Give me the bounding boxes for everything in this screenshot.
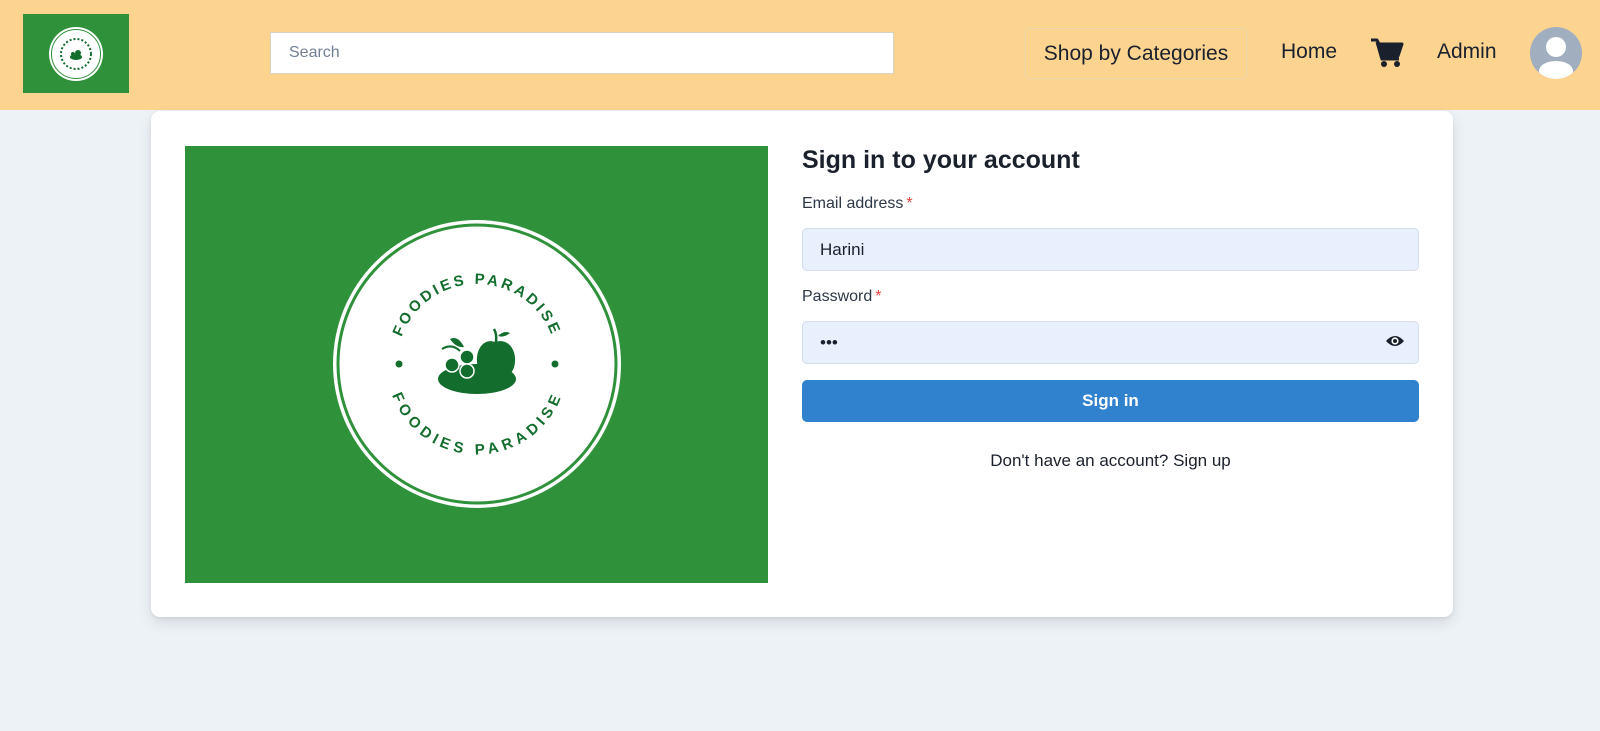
logo-emblem-icon	[49, 27, 103, 81]
required-marker: *	[875, 288, 882, 305]
password-label-text: Password	[802, 288, 873, 305]
site-logo[interactable]	[23, 14, 129, 93]
shop-by-categories-button[interactable]: Shop by Categories	[1025, 28, 1247, 79]
nav-admin-link[interactable]: Admin	[1437, 40, 1497, 64]
sign-up-link[interactable]: Sign up	[1173, 451, 1231, 470]
nav-home-link[interactable]: Home	[1281, 40, 1337, 64]
email-label-text: Email address	[802, 195, 904, 212]
top-navbar: Shop by Categories Home Admin	[0, 0, 1600, 110]
shopping-cart-icon[interactable]	[1370, 38, 1404, 68]
password-label: Password *	[802, 288, 881, 306]
email-label: Email address *	[802, 195, 913, 213]
page-title: Sign in to your account	[802, 146, 1080, 174]
email-field[interactable]	[802, 228, 1419, 271]
user-avatar-icon[interactable]	[1530, 27, 1582, 79]
signup-prompt: Don't have an account? Sign up	[802, 451, 1419, 471]
sign-in-button[interactable]: Sign in	[802, 380, 1419, 422]
brand-hero-image: FOODIES PARADISE FOODIES PARADISE	[185, 146, 768, 583]
search-input[interactable]	[270, 32, 894, 74]
login-card: FOODIES PARADISE FOODIES PARADISE Sign i…	[151, 111, 1453, 617]
required-marker: *	[906, 195, 913, 212]
foodies-paradise-logo: FOODIES PARADISE FOODIES PARADISE	[333, 220, 621, 508]
no-account-text: Don't have an account?	[990, 451, 1169, 470]
show-password-eye-icon[interactable]	[1385, 333, 1405, 349]
password-field[interactable]	[802, 321, 1419, 364]
